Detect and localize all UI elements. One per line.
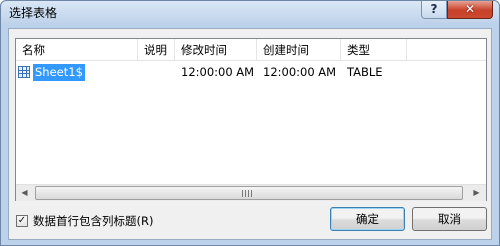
- help-button[interactable]: ?: [421, 1, 447, 19]
- table-row[interactable]: Sheet1$ 12:00:00 AM 12:00:00 AM TABLE: [16, 63, 486, 82]
- table-icon: [18, 66, 30, 78]
- column-header-name[interactable]: 名称: [16, 39, 138, 61]
- dialog-title: 选择表格: [9, 6, 58, 20]
- column-header-type[interactable]: 类型: [341, 39, 407, 61]
- scroll-right-button[interactable]: ▶: [468, 185, 485, 201]
- scroll-left-button[interactable]: ◀: [16, 185, 33, 201]
- row-created: 12:00:00 AM: [263, 65, 337, 79]
- title-bar[interactable]: 选择表格 ? ✕: [1, 1, 499, 23]
- chevron-left-icon: ◀: [21, 188, 28, 197]
- row-description: [138, 63, 175, 82]
- chevron-right-icon: ▶: [473, 188, 480, 197]
- cancel-button[interactable]: 取消: [412, 207, 487, 231]
- column-header-modified[interactable]: 修改时间: [175, 39, 257, 61]
- row-modified: 12:00:00 AM: [181, 65, 255, 79]
- row-name-cell[interactable]: Sheet1$: [16, 63, 138, 82]
- checkmark-icon: ✓: [17, 215, 27, 226]
- horizontal-scrollbar[interactable]: ◀ ▶: [16, 184, 486, 201]
- column-header-created[interactable]: 创建时间: [257, 39, 341, 61]
- table-list[interactable]: 名称 说明 修改时间 创建时间 类型 Sheet1$ 12:00:00 AM 1…: [15, 38, 487, 201]
- close-button[interactable]: ✕: [447, 1, 493, 19]
- list-header: 名称 说明 修改时间 创建时间 类型: [16, 39, 486, 61]
- row-name: Sheet1$: [33, 64, 85, 81]
- row-type: TABLE: [347, 65, 383, 79]
- first-row-headers-label: 数据首行包含列标题(R): [33, 214, 154, 228]
- ok-button[interactable]: 确定: [330, 207, 405, 231]
- help-icon: ?: [430, 2, 438, 16]
- grip-icon: [242, 190, 252, 197]
- column-header-description[interactable]: 说明: [138, 39, 175, 61]
- first-row-headers-checkbox[interactable]: ✓: [16, 215, 28, 227]
- scrollbar-thumb[interactable]: [35, 186, 463, 200]
- dialog-body: 名称 说明 修改时间 创建时间 类型 Sheet1$ 12:00:00 AM 1…: [8, 28, 492, 240]
- select-table-dialog: 选择表格 ? ✕ 名称 说明 修改时间 创建时间 类型 Sheet1$ 12:0…: [0, 0, 500, 246]
- close-icon: ✕: [464, 2, 476, 16]
